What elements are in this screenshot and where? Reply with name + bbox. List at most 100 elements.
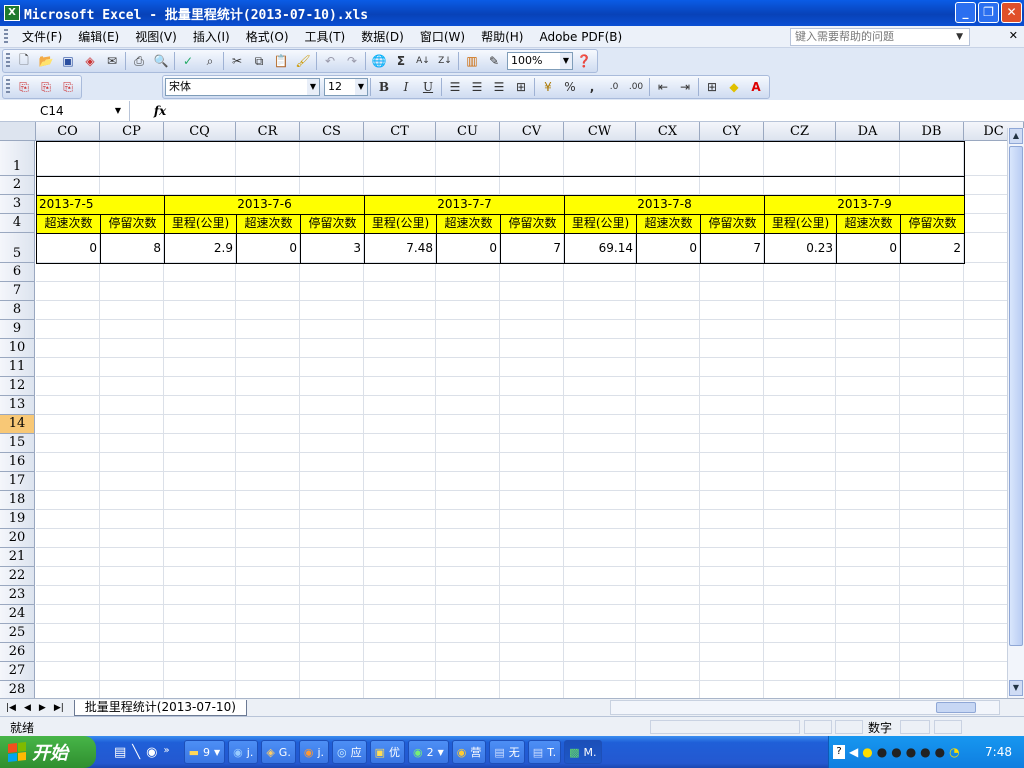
qq-icon[interactable]: ● xyxy=(862,745,872,759)
percent-icon[interactable]: % xyxy=(559,76,581,98)
taskbar-item[interactable]: ▣ 优 xyxy=(369,740,406,764)
worksheet[interactable]: CO CP CQ CR CS CT CU CV CW CX CY CZ DA DB DC 1 2 3 4 5 6 7 8 9 1… xyxy=(0,122,1024,698)
comma-icon[interactable]: , xyxy=(581,76,603,98)
qq-icon[interactable]: ● xyxy=(906,745,916,759)
cut-icon[interactable]: ✂ xyxy=(226,50,248,72)
taskbar-item[interactable]: ◉ j. xyxy=(298,740,329,764)
formula-input[interactable] xyxy=(190,101,1024,121)
menu-format[interactable]: 格式(O) xyxy=(238,28,297,45)
email-icon[interactable]: ✉ xyxy=(101,50,123,72)
vertical-scrollbar[interactable]: ▲ ▼ xyxy=(1007,128,1024,698)
menu-window[interactable]: 窗口(W) xyxy=(412,28,473,45)
row-header[interactable]: 15 xyxy=(0,434,35,453)
taskbar-item[interactable]: ◉ 2 ▼ xyxy=(408,740,449,764)
row-header[interactable]: 21 xyxy=(0,548,35,567)
menu-help[interactable]: 帮助(H) xyxy=(473,28,531,45)
quicklaunch-app-icon[interactable]: ▤ xyxy=(114,745,126,760)
subheader-cell[interactable]: 停留次数 xyxy=(300,214,365,234)
value-cell[interactable]: 0 xyxy=(36,233,101,264)
value-cell[interactable]: 0 xyxy=(836,233,901,264)
chevron-down-icon[interactable]: ▼ xyxy=(355,79,367,95)
column-header[interactable]: DA xyxy=(836,122,900,141)
font-select[interactable]: 宋体 ▼ xyxy=(165,78,320,96)
restore-button[interactable]: ❐ xyxy=(978,2,999,23)
value-cell[interactable]: 0 xyxy=(436,233,501,264)
row-header[interactable]: 19 xyxy=(0,510,35,529)
subheader-cell[interactable]: 超速次数 xyxy=(436,214,501,234)
copy-icon[interactable]: ⧉ xyxy=(248,50,270,72)
menu-view[interactable]: 视图(V) xyxy=(127,28,185,45)
row-header[interactable]: 2 xyxy=(0,176,35,195)
value-cell[interactable]: 3 xyxy=(300,233,365,264)
qq-icon[interactable]: ● xyxy=(935,745,945,759)
horizontal-scrollbar[interactable] xyxy=(610,700,1000,715)
help-search-input[interactable]: 键入需要帮助的问题 ▼ xyxy=(790,28,970,46)
date-header-cell[interactable]: 2013-7-7 xyxy=(364,195,565,215)
align-right-icon[interactable]: ☰ xyxy=(488,76,510,98)
subheader-cell[interactable]: 里程(公里) xyxy=(364,214,437,234)
row-header[interactable]: 8 xyxy=(0,301,35,320)
subheader-cell[interactable]: 停留次数 xyxy=(900,214,965,234)
row-header[interactable]: 18 xyxy=(0,491,35,510)
toolbar-grip[interactable] xyxy=(6,79,10,95)
row-header[interactable]: 13 xyxy=(0,396,35,415)
row-header-selected[interactable]: 14 xyxy=(0,415,35,434)
qq-icon[interactable]: ● xyxy=(920,745,930,759)
menu-adobe-pdf[interactable]: Adobe PDF(B) xyxy=(531,30,630,44)
title-cell[interactable] xyxy=(36,141,965,177)
minimize-button[interactable]: _ xyxy=(955,2,976,23)
scroll-down-icon[interactable]: ▼ xyxy=(1009,680,1023,696)
next-sheet-icon[interactable]: ▶ xyxy=(39,703,46,713)
research-icon[interactable]: ⌕ xyxy=(199,50,221,72)
fill-color-icon[interactable]: ◆ xyxy=(723,76,745,98)
sort-ascending-icon[interactable]: A↓ xyxy=(412,50,434,72)
redo-icon[interactable]: ↷ xyxy=(341,50,363,72)
sheet-tab[interactable]: 批量里程统计(2013-07-10) xyxy=(73,699,247,716)
value-cell[interactable]: 8 xyxy=(100,233,165,264)
chart-wizard-icon[interactable]: ▥ xyxy=(461,50,483,72)
help-icon[interactable]: ❓ xyxy=(573,50,595,72)
qq-icon[interactable]: ● xyxy=(891,745,901,759)
decrease-indent-icon[interactable]: ⇤ xyxy=(652,76,674,98)
subheader-cell[interactable]: 里程(公里) xyxy=(764,214,837,234)
subheader-cell[interactable]: 停留次数 xyxy=(500,214,565,234)
last-sheet-icon[interactable]: ▶| xyxy=(54,703,64,713)
font-size-select[interactable]: 12 ▼ xyxy=(324,78,368,96)
value-cell[interactable]: 7 xyxy=(500,233,565,264)
value-cell[interactable]: 69.14 xyxy=(564,233,637,264)
taskbar-item-excel[interactable]: ▩ M. xyxy=(564,740,602,764)
chevron-down-icon[interactable]: ▼ xyxy=(560,53,572,69)
menu-insert[interactable]: 插入(I) xyxy=(185,28,238,45)
column-header[interactable]: CR xyxy=(236,122,300,141)
value-cell[interactable]: 2 xyxy=(900,233,965,264)
column-header[interactable]: DB xyxy=(900,122,964,141)
row-header[interactable]: 27 xyxy=(0,662,35,681)
increase-indent-icon[interactable]: ⇥ xyxy=(674,76,696,98)
column-header[interactable]: CT xyxy=(364,122,436,141)
select-all-corner[interactable] xyxy=(0,122,36,141)
column-header[interactable]: CZ xyxy=(764,122,836,141)
bold-icon[interactable]: B xyxy=(373,76,395,98)
quicklaunch-app-icon[interactable]: ◉ xyxy=(146,745,157,760)
column-header[interactable]: CU xyxy=(436,122,500,141)
column-header[interactable]: CO xyxy=(36,122,100,141)
pdf-review-icon[interactable]: ⎘ xyxy=(57,76,79,98)
column-header[interactable]: CQ xyxy=(164,122,236,141)
row-header[interactable]: 23 xyxy=(0,586,35,605)
menu-file[interactable]: 文件(F) xyxy=(14,28,70,45)
taskbar-item[interactable]: ▤ 无 xyxy=(489,740,525,764)
row-header[interactable]: 6 xyxy=(0,263,35,282)
print-preview-icon[interactable]: 🔍 xyxy=(150,50,172,72)
close-button[interactable]: ✕ xyxy=(1001,2,1022,23)
subheader-cell[interactable]: 超速次数 xyxy=(236,214,301,234)
row-header[interactable]: 20 xyxy=(0,529,35,548)
decrease-decimal-icon[interactable]: .00 xyxy=(625,76,647,98)
first-sheet-icon[interactable]: |◀ xyxy=(6,703,16,713)
currency-icon[interactable]: ¥ xyxy=(537,76,559,98)
print-icon[interactable]: ⎙ xyxy=(128,50,150,72)
permission-icon[interactable]: ◈ xyxy=(79,50,101,72)
row-header[interactable]: 17 xyxy=(0,472,35,491)
autosum-icon[interactable]: Σ xyxy=(390,50,412,72)
value-cell[interactable]: 0 xyxy=(636,233,701,264)
row-header[interactable]: 12 xyxy=(0,377,35,396)
